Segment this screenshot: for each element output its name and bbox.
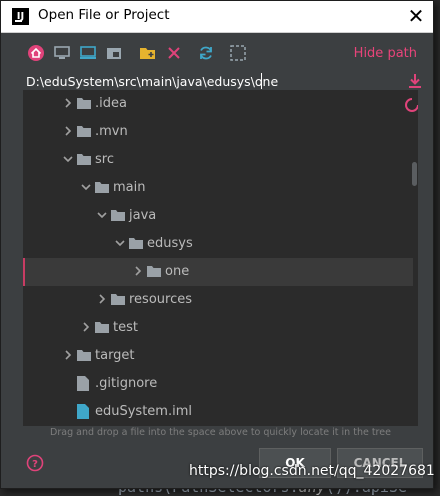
chevron-right-icon[interactable]: [63, 98, 73, 108]
chevron-down-icon[interactable]: [63, 154, 73, 164]
folder-icon: [95, 182, 109, 193]
chevron-down-icon[interactable]: [81, 182, 91, 192]
tree-row-label: eduSystem.iml: [95, 404, 192, 419]
tree-row-label: test: [113, 320, 138, 335]
tree-folder-row[interactable]: target: [23, 342, 411, 370]
chevron-right-icon[interactable]: [63, 350, 73, 360]
tree-file-row[interactable]: .gitignore: [23, 370, 411, 398]
tree-file-row[interactable]: eduSystem.iml: [23, 398, 411, 426]
tree-folder-row[interactable]: .mvn: [23, 118, 411, 146]
tree-folder-row[interactable]: resources: [23, 286, 411, 314]
folder-icon: [111, 210, 125, 221]
intellij-logo: IJ: [12, 8, 29, 25]
svg-text:?: ?: [32, 459, 38, 470]
tree-row-label: .gitignore: [95, 376, 158, 391]
chevron-right-icon[interactable]: [97, 294, 107, 304]
file-icon: [77, 376, 89, 391]
tree-folder-row[interactable]: edusys: [23, 230, 411, 258]
dialog-titlebar: IJ Open File or Project ✕: [1, 1, 433, 33]
tree-folder-row[interactable]: .idea: [23, 90, 411, 118]
folder-icon: [147, 266, 161, 277]
download-icon[interactable]: [408, 73, 422, 89]
tree-row-label: src: [95, 152, 114, 167]
tree-folder-row[interactable]: src: [23, 146, 411, 174]
text-caret: [261, 73, 262, 89]
close-button[interactable]: ✕: [403, 4, 429, 28]
tree-row-label: .idea: [95, 96, 127, 111]
chevron-right-icon[interactable]: [63, 126, 73, 136]
module-icon[interactable]: [105, 44, 123, 62]
hide-path-link[interactable]: Hide path: [354, 46, 417, 61]
open-file-dialog: IJ Open File or Project ✕ Hide path D:\e…: [0, 0, 434, 489]
chevron-right-icon[interactable]: [81, 322, 91, 332]
watermark-text: https://blog.csdn.net/qq_42027681: [189, 463, 435, 479]
project-icon[interactable]: [79, 44, 97, 62]
module-file-icon: [77, 404, 89, 419]
tree-folder-row[interactable]: one: [23, 258, 413, 286]
tree-row-label: target: [95, 348, 135, 363]
chevron-right-icon[interactable]: [133, 266, 143, 276]
folder-icon: [77, 98, 91, 109]
delete-icon[interactable]: [165, 44, 183, 62]
show-hidden-icon[interactable]: [229, 44, 247, 62]
tree-row-label: java: [129, 208, 157, 223]
folder-icon: [77, 126, 91, 137]
tree-row-label: main: [113, 180, 146, 195]
folder-icon: [95, 322, 109, 333]
tree-row-label: resources: [129, 292, 193, 307]
home-icon[interactable]: [27, 44, 45, 62]
help-icon[interactable]: ?: [26, 454, 44, 472]
tree-row-label: edusys: [147, 236, 193, 251]
new-folder-icon[interactable]: [139, 44, 157, 62]
chevron-down-icon[interactable]: [97, 210, 107, 220]
file-chooser-toolbar: Hide path: [23, 44, 425, 66]
refresh-icon[interactable]: [197, 44, 215, 62]
folder-icon: [111, 294, 125, 305]
tree-row-label: one: [165, 264, 190, 279]
desktop-icon[interactable]: [53, 44, 71, 62]
tree-row-label: .mvn: [95, 124, 128, 139]
chevron-down-icon[interactable]: [115, 238, 125, 248]
tree-folder-row[interactable]: main: [23, 174, 411, 202]
folder-icon: [77, 154, 91, 165]
dialog-title: Open File or Project: [38, 7, 170, 23]
folder-icon: [77, 350, 91, 361]
folder-icon: [129, 238, 143, 249]
tree-folder-row[interactable]: test: [23, 314, 411, 342]
tree-scrollbar[interactable]: [412, 162, 417, 186]
file-tree[interactable]: .idea .mvn src main java edusys one resources te…: [23, 90, 418, 426]
drag-drop-hint: Drag and drop a file into the space abov…: [50, 427, 391, 438]
tree-folder-row[interactable]: java: [23, 202, 411, 230]
